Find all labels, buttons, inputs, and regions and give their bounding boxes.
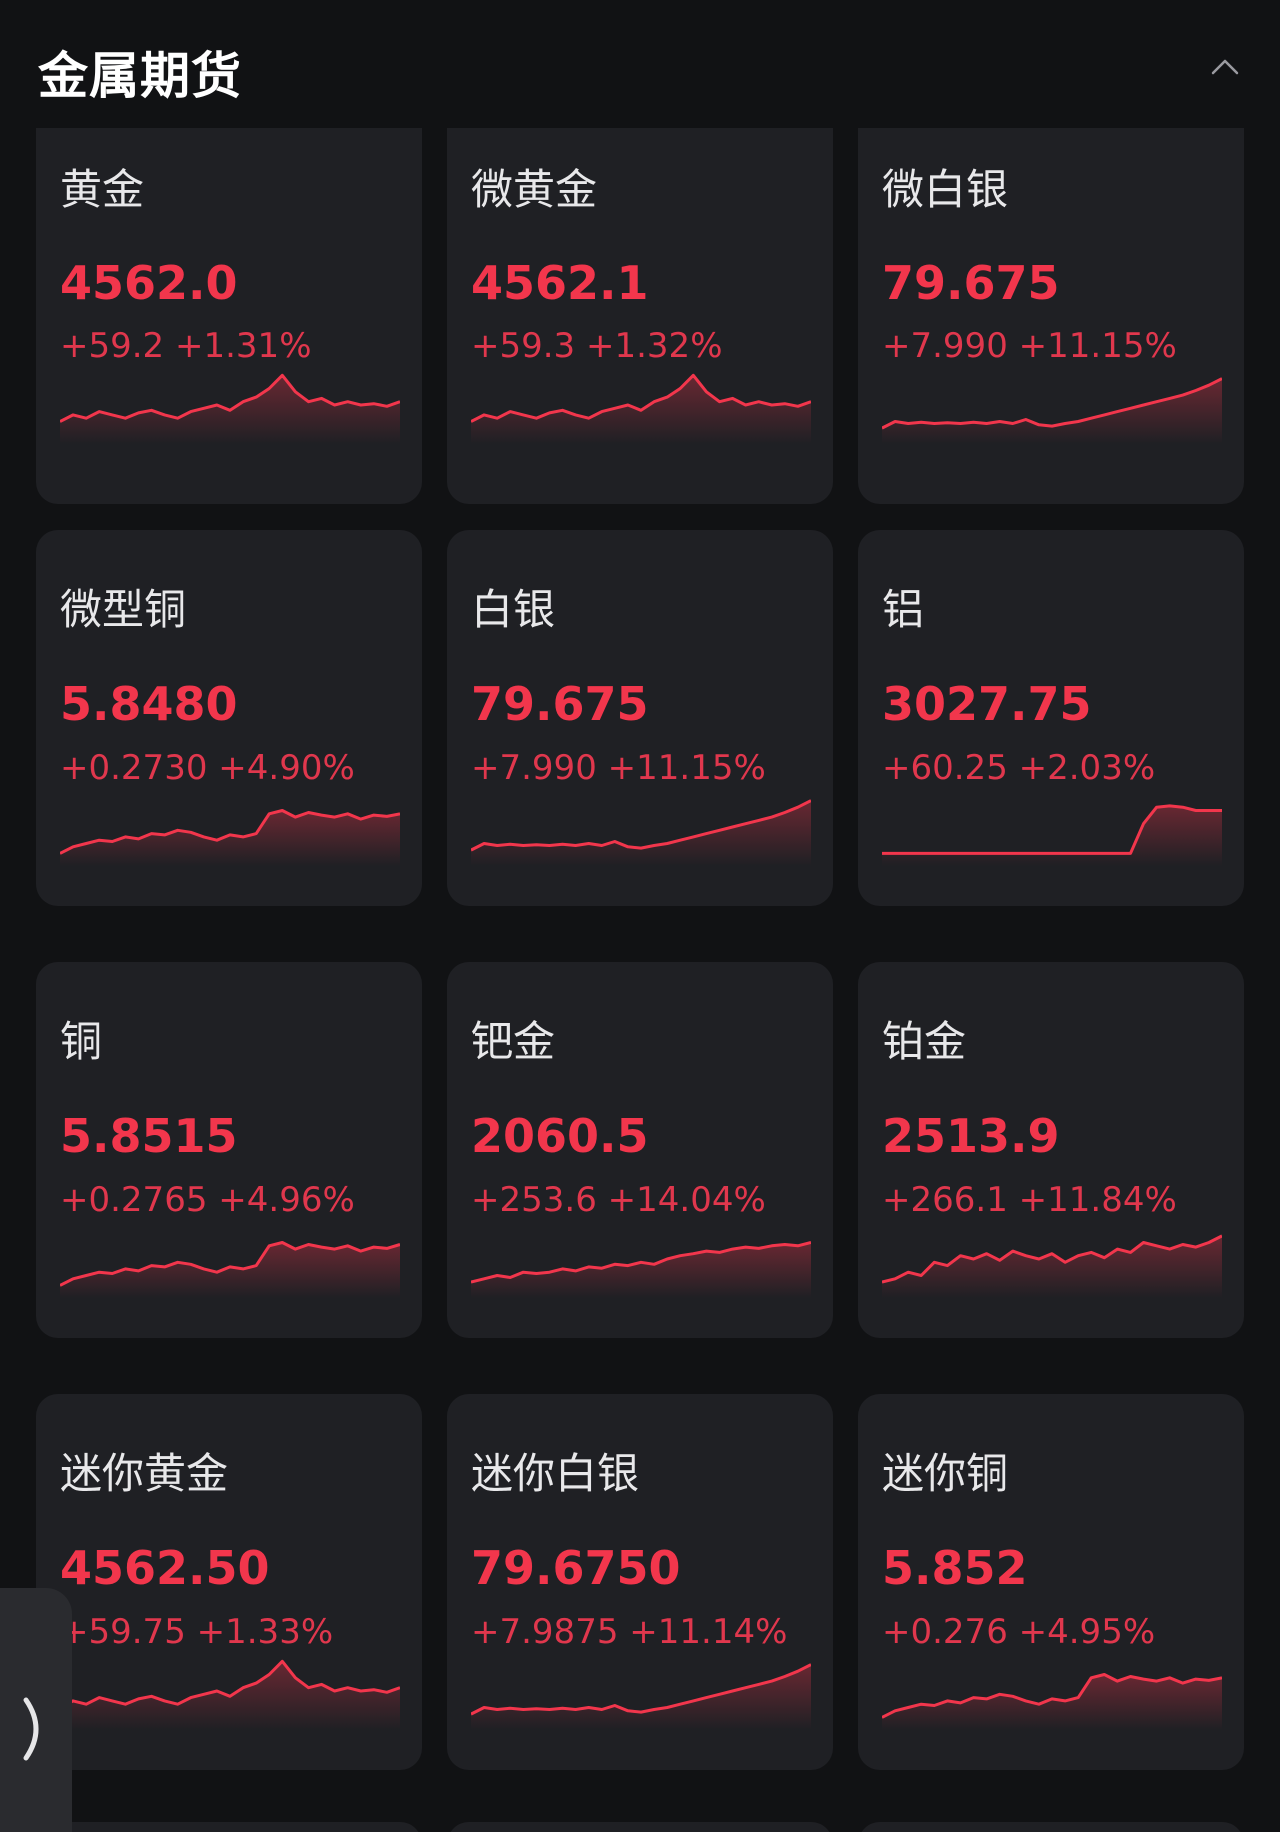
sparkline	[471, 1241, 811, 1298]
card-name: 微白银	[882, 165, 1009, 214]
card-change: +7.990 +11.15%	[882, 326, 1177, 366]
card-name: 钯金	[471, 1017, 556, 1066]
futures-grid: 黄金 4562.0 +59.2 +1.31% 微黄金 4562.1 +59.3 …	[0, 0, 1280, 1832]
futures-card[interactable]: 迷你黄金 4562.50 +59.75 +1.33%	[36, 1394, 422, 1770]
futures-card[interactable]: 微白银 79.675 +7.990 +11.15%	[858, 128, 1244, 504]
card-change: +7.990 +11.15%	[471, 748, 766, 788]
card-change: +59.3 +1.32%	[471, 326, 723, 366]
sparkline	[60, 809, 400, 866]
card-change: +60.25 +2.03%	[882, 748, 1156, 788]
chevron-up-icon[interactable]	[1210, 52, 1240, 82]
futures-card[interactable]: 迷你白银 79.6750 +7.9875 +11.14%	[447, 1394, 833, 1770]
futures-card-partial[interactable]	[858, 1822, 1244, 1832]
futures-card[interactable]: 迷你铜 5.852 +0.276 +4.95%	[858, 1394, 1244, 1770]
card-change: +7.9875 +11.14%	[471, 1612, 788, 1652]
sparkline-area	[882, 1674, 1222, 1730]
card-price: 79.675	[882, 256, 1060, 310]
page: 黄金 4562.0 +59.2 +1.31% 微黄金 4562.1 +59.3 …	[0, 0, 1280, 1832]
card-price: 4562.50	[60, 1541, 270, 1595]
side-drawer-tab[interactable]	[0, 1588, 72, 1832]
sparkline	[60, 373, 400, 444]
sparkline-area	[882, 378, 1222, 444]
card-change: +266.1 +11.84%	[882, 1180, 1177, 1220]
futures-card-partial[interactable]	[36, 1822, 422, 1832]
sparkline	[60, 1241, 400, 1298]
card-change: +0.276 +4.95%	[882, 1612, 1156, 1652]
card-price: 5.8480	[60, 677, 238, 731]
card-name: 白银	[471, 585, 556, 634]
futures-card[interactable]: 微黄金 4562.1 +59.3 +1.32%	[447, 128, 833, 504]
chevron-right-icon	[23, 1697, 39, 1761]
card-name: 铝	[882, 585, 925, 634]
card-change: +0.2765 +4.96%	[60, 1180, 355, 1220]
sparkline	[471, 1663, 811, 1730]
card-price: 5.852	[882, 1541, 1028, 1595]
sparkline-area	[471, 800, 811, 866]
futures-card[interactable]: 黄金 4562.0 +59.2 +1.31%	[36, 128, 422, 504]
card-price: 4562.0	[60, 256, 238, 310]
card-name: 微型铜	[60, 585, 187, 634]
sparkline	[471, 799, 811, 866]
sparkline-area	[882, 805, 1222, 866]
card-price: 3027.75	[882, 677, 1092, 731]
card-change: +59.2 +1.31%	[60, 326, 312, 366]
sparkline-area	[471, 1664, 811, 1730]
futures-card[interactable]: 微型铜 5.8480 +0.2730 +4.90%	[36, 530, 422, 906]
section-header: 金属期货	[0, 0, 1280, 128]
sparkline	[882, 1673, 1222, 1730]
card-price: 79.675	[471, 677, 649, 731]
card-change: +59.75 +1.33%	[60, 1612, 334, 1652]
sparkline	[882, 377, 1222, 444]
sparkline-area	[60, 810, 400, 866]
card-name: 黄金	[60, 165, 145, 214]
card-change: +0.2730 +4.90%	[60, 748, 355, 788]
sparkline	[882, 804, 1222, 866]
futures-card[interactable]: 钯金 2060.5 +253.6 +14.04%	[447, 962, 833, 1338]
card-price: 79.6750	[471, 1541, 681, 1595]
futures-card[interactable]: 白银 79.675 +7.990 +11.15%	[447, 530, 833, 906]
card-name: 铂金	[882, 1017, 967, 1066]
card-price: 4562.1	[471, 256, 649, 310]
card-name: 铜	[60, 1017, 103, 1066]
futures-card[interactable]: 铜 5.8515 +0.2765 +4.96%	[36, 962, 422, 1338]
card-change: +253.6 +14.04%	[471, 1180, 766, 1220]
card-price: 2513.9	[882, 1109, 1060, 1163]
futures-card[interactable]: 铝 3027.75 +60.25 +2.03%	[858, 530, 1244, 906]
section-title: 金属期货	[38, 47, 242, 105]
sparkline	[882, 1234, 1222, 1298]
card-name: 微黄金	[471, 165, 598, 214]
futures-card-partial[interactable]	[447, 1822, 833, 1832]
sparkline-area	[60, 1242, 400, 1298]
futures-card[interactable]: 铂金 2513.9 +266.1 +11.84%	[858, 962, 1244, 1338]
card-price: 2060.5	[471, 1109, 649, 1163]
card-name: 迷你铜	[882, 1449, 1009, 1498]
sparkline-area	[882, 1235, 1222, 1298]
card-name: 迷你黄金	[60, 1449, 229, 1498]
card-name: 迷你白银	[471, 1449, 640, 1498]
sparkline	[60, 1659, 400, 1730]
sparkline-area	[471, 1242, 811, 1298]
sparkline	[471, 373, 811, 444]
card-price: 5.8515	[60, 1109, 238, 1163]
